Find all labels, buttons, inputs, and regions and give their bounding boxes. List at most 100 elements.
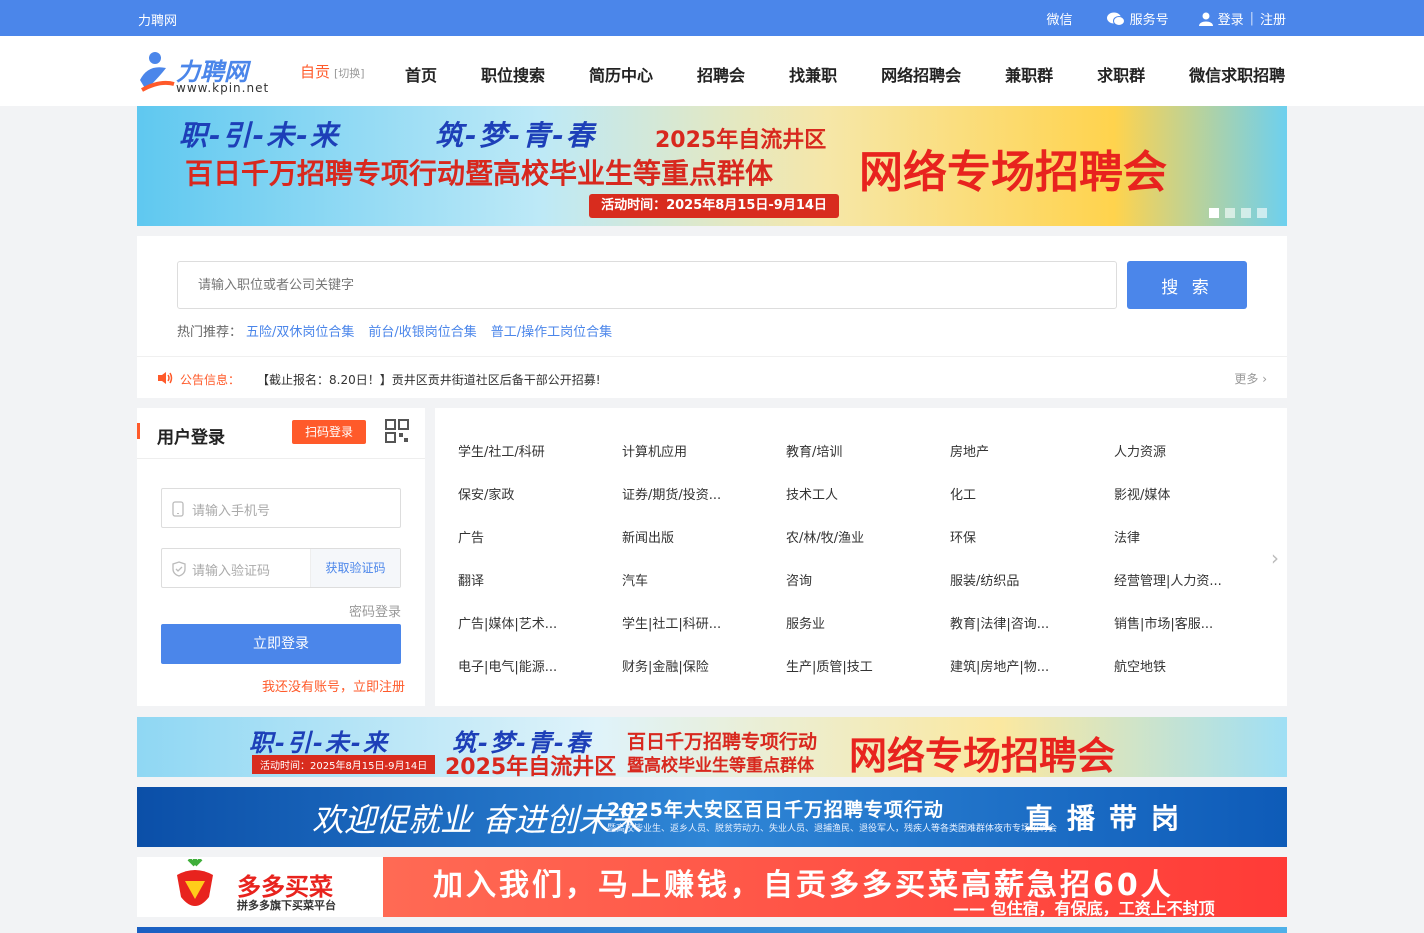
banner-year-city: 2025年自流井区 [655,128,827,153]
code-field[interactable]: 请输入验证码 获取验证码 [161,548,401,588]
nav-resume-center[interactable]: 简历中心 [589,62,653,86]
ad-banner-daan[interactable]: 欢迎促就业 奋进创未来 2025年大安区百日千万招聘专项行动 暨高校毕业生、返乡… [137,787,1287,847]
city-switch[interactable]: [切换] [334,67,365,80]
category-link[interactable]: 学生/社工/科研 [458,441,545,460]
category-link[interactable]: 生产|质管|技工 [786,656,873,675]
ad-slogan: 欢迎促就业 奋进创未来 [312,801,643,839]
main-banner[interactable]: 职-引-未-来 筑-梦-青-春 2025年自流井区 百日千万招聘专项行动暨高校毕… [137,106,1287,226]
hot-tag[interactable]: 普工/操作工岗位合集 [491,321,612,340]
hot-tag[interactable]: 前台/收银岗位合集 [368,321,476,340]
get-code-button[interactable]: 获取验证码 [310,549,400,587]
category-link[interactable]: 学生|社工|科研... [622,613,721,632]
category-link[interactable]: 技术工人 [786,484,838,503]
carrot-icon [177,859,213,906]
qr-code-icon[interactable] [385,419,409,443]
ad-subtitle: 暨高校毕业生、返乡人员、脱贫劳动力、失业人员、退捕渔民、退役军人，残疾人等各类困… [607,824,1058,834]
nav-wechat-jobs[interactable]: 微信求职招聘 [1189,62,1285,86]
ad-date: 活动时间：2025年8月15日-9月14日 [252,755,436,774]
carousel-dots [1203,208,1267,218]
login-submit-button[interactable]: 立即登录 [161,624,401,664]
category-link[interactable]: 财务|金融|保险 [622,656,709,675]
category-link[interactable]: 航空地铁 [1114,656,1166,675]
category-link[interactable]: 保安/家政 [458,484,514,503]
nav-job-search[interactable]: 职位搜索 [481,62,545,86]
speaker-icon [158,372,173,384]
shield-icon [172,561,186,577]
ad-banner-partial[interactable] [137,927,1287,933]
ad-banner-duoduo[interactable]: 多多买菜 拼多多旗下买菜平台 加入我们，马上赚钱，自贡多多买菜高薪急招60人 —… [137,857,1287,917]
nav-part-time[interactable]: 找兼职 [789,62,837,86]
category-link[interactable]: 教育|法律|咨询... [950,613,1049,632]
category-link[interactable]: 法律 [1114,527,1140,546]
banner-headline: 网络专场招聘会 [859,147,1167,198]
category-link[interactable]: 农/林/牧/渔业 [786,527,864,546]
header: 力聘网 www.kpin.net 自贡 [切换] 首页 职位搜索 简历中心 招聘会… [0,36,1424,106]
nav-home[interactable]: 首页 [405,62,437,86]
hot-recommendations: 热门推荐： 五险/双休岗位合集 前台/收银岗位合集 普工/操作工岗位合集 [177,321,612,340]
category-link[interactable]: 翻译 [458,570,484,589]
nav-part-time-group[interactable]: 兼职群 [1005,62,1053,86]
register-prompt-link[interactable]: 我还没有账号，立即注册 [262,676,405,695]
ad-live: 直播带岗 [1025,802,1194,835]
hot-tag[interactable]: 五险/双休岗位合集 [246,321,354,340]
ad-banner-online-fair[interactable]: 职-引-未-来 活动时间：2025年8月15日-9月14日 筑-梦-青-春 20… [137,717,1287,777]
phone-icon [172,501,184,517]
wechat-icon [1106,12,1125,26]
category-link[interactable]: 广告 [458,527,484,546]
search-input[interactable] [177,261,1117,309]
chevron-right-icon: › [1262,372,1267,386]
ad-year-city: 2025年自流井区 [445,755,617,777]
category-link[interactable]: 咨询 [786,570,812,589]
nav-job-fair[interactable]: 招聘会 [697,62,745,86]
notice-message[interactable]: 【截止报名：8.20日！】贡井区贡井街道社区后备干部公开招募! [257,371,601,388]
ad-message-block: 加入我们，马上赚钱，自贡多多买菜高薪急招60人 —— 包住宿，有保底，工资上不封… [383,857,1287,917]
phone-placeholder: 请输入手机号 [192,504,271,519]
category-link[interactable]: 销售|市场|客服... [1114,613,1213,632]
city-selector[interactable]: 自贡 [切换] [300,61,365,82]
category-link[interactable]: 影视/媒体 [1114,484,1170,503]
category-link[interactable]: 建筑|房地产|物... [950,656,1049,675]
city-name: 自贡 [300,63,331,81]
qr-login-button[interactable]: 扫码登录 [292,420,366,444]
phone-field[interactable]: 请输入手机号 [161,488,401,528]
category-link[interactable]: 计算机应用 [622,441,687,460]
notice-more-link[interactable]: 更多 › [1234,370,1267,387]
category-link[interactable]: 汽车 [622,570,648,589]
category-link[interactable]: 环保 [950,527,976,546]
carousel-dot[interactable] [1241,208,1251,218]
category-link[interactable]: 证券/期货/投资... [622,484,721,503]
ad-headline: 网络专场招聘会 [849,734,1116,777]
category-link[interactable]: 人力资源 [1114,441,1166,460]
category-link[interactable]: 服装/纺织品 [950,570,1019,589]
category-link[interactable]: 新闻出版 [622,527,674,546]
register-link[interactable]: 注册 [1260,9,1286,28]
carousel-dot[interactable] [1225,208,1235,218]
password-login-link[interactable]: 密码登录 [349,601,401,620]
category-link[interactable]: 电子|电气|能源... [458,656,557,675]
carousel-dot[interactable] [1209,208,1219,218]
chevron-right-icon[interactable]: › [1271,546,1279,570]
notice-more-label: 更多 [1234,372,1259,386]
search-button[interactable]: 搜 索 [1127,261,1247,309]
category-link[interactable]: 广告|媒体|艺术... [458,613,557,632]
logo-url: www.kpin.net [176,81,270,95]
ad-line-1: 百日千万招聘专项行动 [627,731,818,753]
login-link[interactable]: 登录 [1198,9,1244,28]
nav-online-fair[interactable]: 网络招聘会 [881,62,961,86]
site-logo[interactable]: 力聘网 www.kpin.net [138,50,278,96]
category-link[interactable]: 教育/培训 [786,441,842,460]
carousel-dot[interactable] [1257,208,1267,218]
category-link[interactable]: 房地产 [950,441,989,460]
category-link[interactable]: 经营管理|人力资... [1114,570,1222,589]
divider [137,458,425,459]
category-link[interactable]: 服务业 [786,613,825,632]
login-label: 登录 [1217,13,1244,28]
service-account-link[interactable]: 服务号 [1106,9,1169,28]
category-link[interactable]: 化工 [950,484,976,503]
hot-label: 热门推荐： [177,325,243,340]
login-title: 用户登录 [157,428,225,448]
nav-job-seeker-group[interactable]: 求职群 [1097,62,1145,86]
ad-line-2: 暨高校毕业生等重点群体 [627,756,814,776]
login-panel: 用户登录 扫码登录 请输入手机号 请输入验证码 获取验证码 密码登录 立即登录 … [137,408,425,706]
wechat-link[interactable]: 微信 [1047,9,1073,28]
